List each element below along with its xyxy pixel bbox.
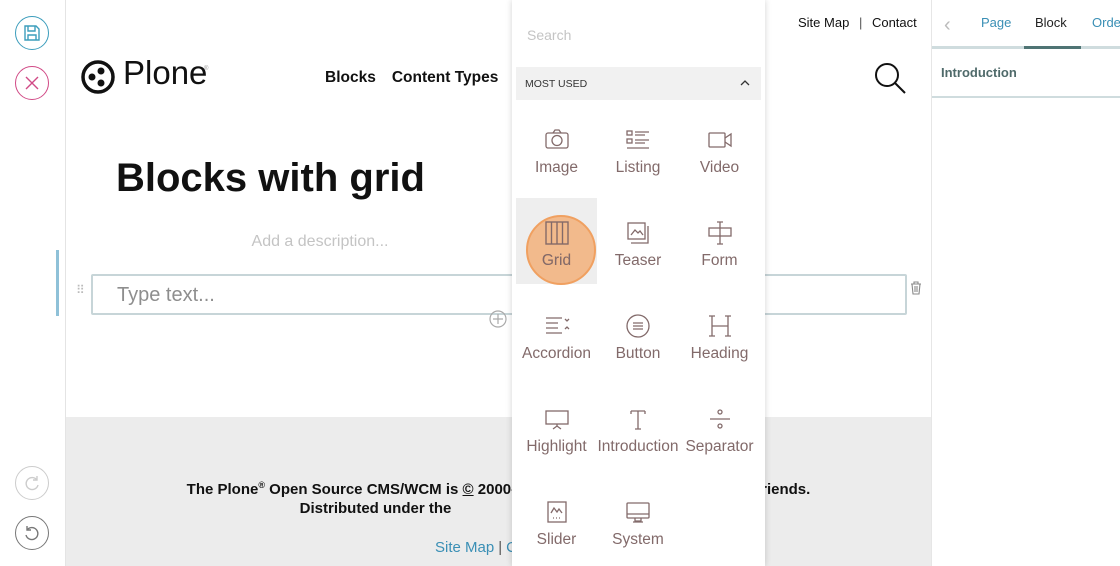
undo-button[interactable] <box>15 516 49 550</box>
grid-icon <box>516 218 597 248</box>
text-icon <box>598 404 679 434</box>
footer-links: Site Map|C <box>435 539 517 556</box>
sidebar: ‹ Page Block Orde Introduction <box>931 0 1120 566</box>
block-option-form[interactable]: Form <box>679 198 760 284</box>
tab-order[interactable]: Orde <box>1092 15 1120 30</box>
block-option-label: Slider <box>536 531 577 548</box>
text-block[interactable]: Type text... <box>91 274 907 315</box>
block-search-input[interactable]: Search <box>527 27 571 43</box>
form-icon <box>679 218 760 248</box>
block-chooser: Search MOST USED ImageListingVideoGridGr… <box>512 0 765 566</box>
block-option-video[interactable]: Video <box>679 105 760 191</box>
footer: The Plone® Open Source CMS/WCM is © 2000… <box>66 417 931 566</box>
redo-icon <box>25 476 39 491</box>
plone-logo[interactable]: Plone ® <box>81 54 208 99</box>
active-tab-indicator <box>1024 46 1081 49</box>
block-option-label: Button <box>615 345 661 362</box>
close-icon <box>25 76 39 90</box>
block-option-label: Highlight <box>526 438 587 455</box>
slider-icon <box>516 497 597 527</box>
block-selected-indicator <box>56 250 59 316</box>
divider: | <box>858 15 863 30</box>
camera-icon <box>516 125 597 155</box>
nav-content-types[interactable]: Content Types <box>392 69 499 87</box>
save-icon <box>24 25 40 41</box>
search-icon <box>875 63 906 94</box>
block-option-label: Image <box>534 159 579 176</box>
divider <box>932 96 1120 98</box>
block-option-label: Separator <box>685 438 754 455</box>
delete-block-button[interactable] <box>910 281 922 300</box>
block-option-separator[interactable]: Separator <box>679 384 760 470</box>
search-button[interactable] <box>873 61 907 100</box>
block-option-slider[interactable]: Slider <box>516 477 597 563</box>
highlight-icon <box>516 404 597 434</box>
sidebar-back-icon[interactable]: ‹ <box>944 14 951 37</box>
block-option-introduction[interactable]: Introduction <box>598 384 679 470</box>
block-option-label: Teaser <box>614 252 662 269</box>
list-icon <box>598 125 679 155</box>
sidebar-section-title: Introduction <box>941 65 1017 80</box>
chevron-up-icon <box>740 80 750 86</box>
top-links: Site Map | Contact <box>798 15 917 30</box>
redo-button[interactable] <box>15 466 49 500</box>
trash-icon <box>911 281 921 295</box>
description-field[interactable]: Add a description... <box>160 233 480 251</box>
nav-blocks[interactable]: Blocks <box>325 69 376 87</box>
monitor-icon <box>598 497 679 527</box>
cancel-button[interactable] <box>15 66 49 100</box>
block-option-listing[interactable]: Listing <box>598 105 679 191</box>
page-title[interactable]: Blocks with grid <box>116 156 425 201</box>
block-option-label: Introduction <box>597 438 679 455</box>
button-icon <box>598 311 679 341</box>
plus-circle-icon <box>489 310 507 328</box>
footer-link-site-map[interactable]: Site Map <box>435 539 494 556</box>
add-block-button[interactable] <box>489 310 507 333</box>
drag-handle-icon[interactable]: ⠿ <box>76 283 85 297</box>
block-option-button[interactable]: Button <box>598 291 679 377</box>
block-option-heading[interactable]: Heading <box>679 291 760 377</box>
block-option-highlight[interactable]: Highlight <box>516 384 597 470</box>
link-site-map[interactable]: Site Map <box>798 15 849 30</box>
save-button[interactable] <box>15 16 49 50</box>
block-option-label: System <box>612 531 664 548</box>
block-option-label: Heading <box>690 345 749 362</box>
link-contact[interactable]: Contact <box>872 15 917 30</box>
block-option-label: Accordion <box>522 345 591 362</box>
undo-icon <box>25 526 39 541</box>
block-option-grid-overlay: Grid <box>516 198 597 284</box>
tab-block[interactable]: Block <box>1035 15 1067 30</box>
video-icon <box>679 125 760 155</box>
footer-copyright: The Plone® Open Source CMS/WCM is © 2000… <box>186 480 811 498</box>
tab-page[interactable]: Page <box>981 15 1011 30</box>
main-nav: Blocks Content Types V <box>325 69 525 87</box>
block-option-label: Grid <box>541 252 572 269</box>
block-option-label: Listing <box>615 159 661 176</box>
plone-logo-icon <box>81 60 115 94</box>
block-option-image[interactable]: Image <box>516 105 597 191</box>
separator-icon <box>679 404 760 434</box>
heading-icon <box>679 311 760 341</box>
most-used-header[interactable]: MOST USED <box>516 67 761 100</box>
block-option-label: Video <box>699 159 740 176</box>
block-option-label: Form <box>701 252 738 269</box>
teaser-icon <box>598 218 679 248</box>
block-option-system[interactable]: System <box>598 477 679 563</box>
accordion-icon <box>516 311 597 341</box>
block-option-teaser[interactable]: Teaser <box>598 198 679 284</box>
block-option-accordion[interactable]: Accordion <box>516 291 597 377</box>
registered-mark: ® <box>204 66 209 72</box>
